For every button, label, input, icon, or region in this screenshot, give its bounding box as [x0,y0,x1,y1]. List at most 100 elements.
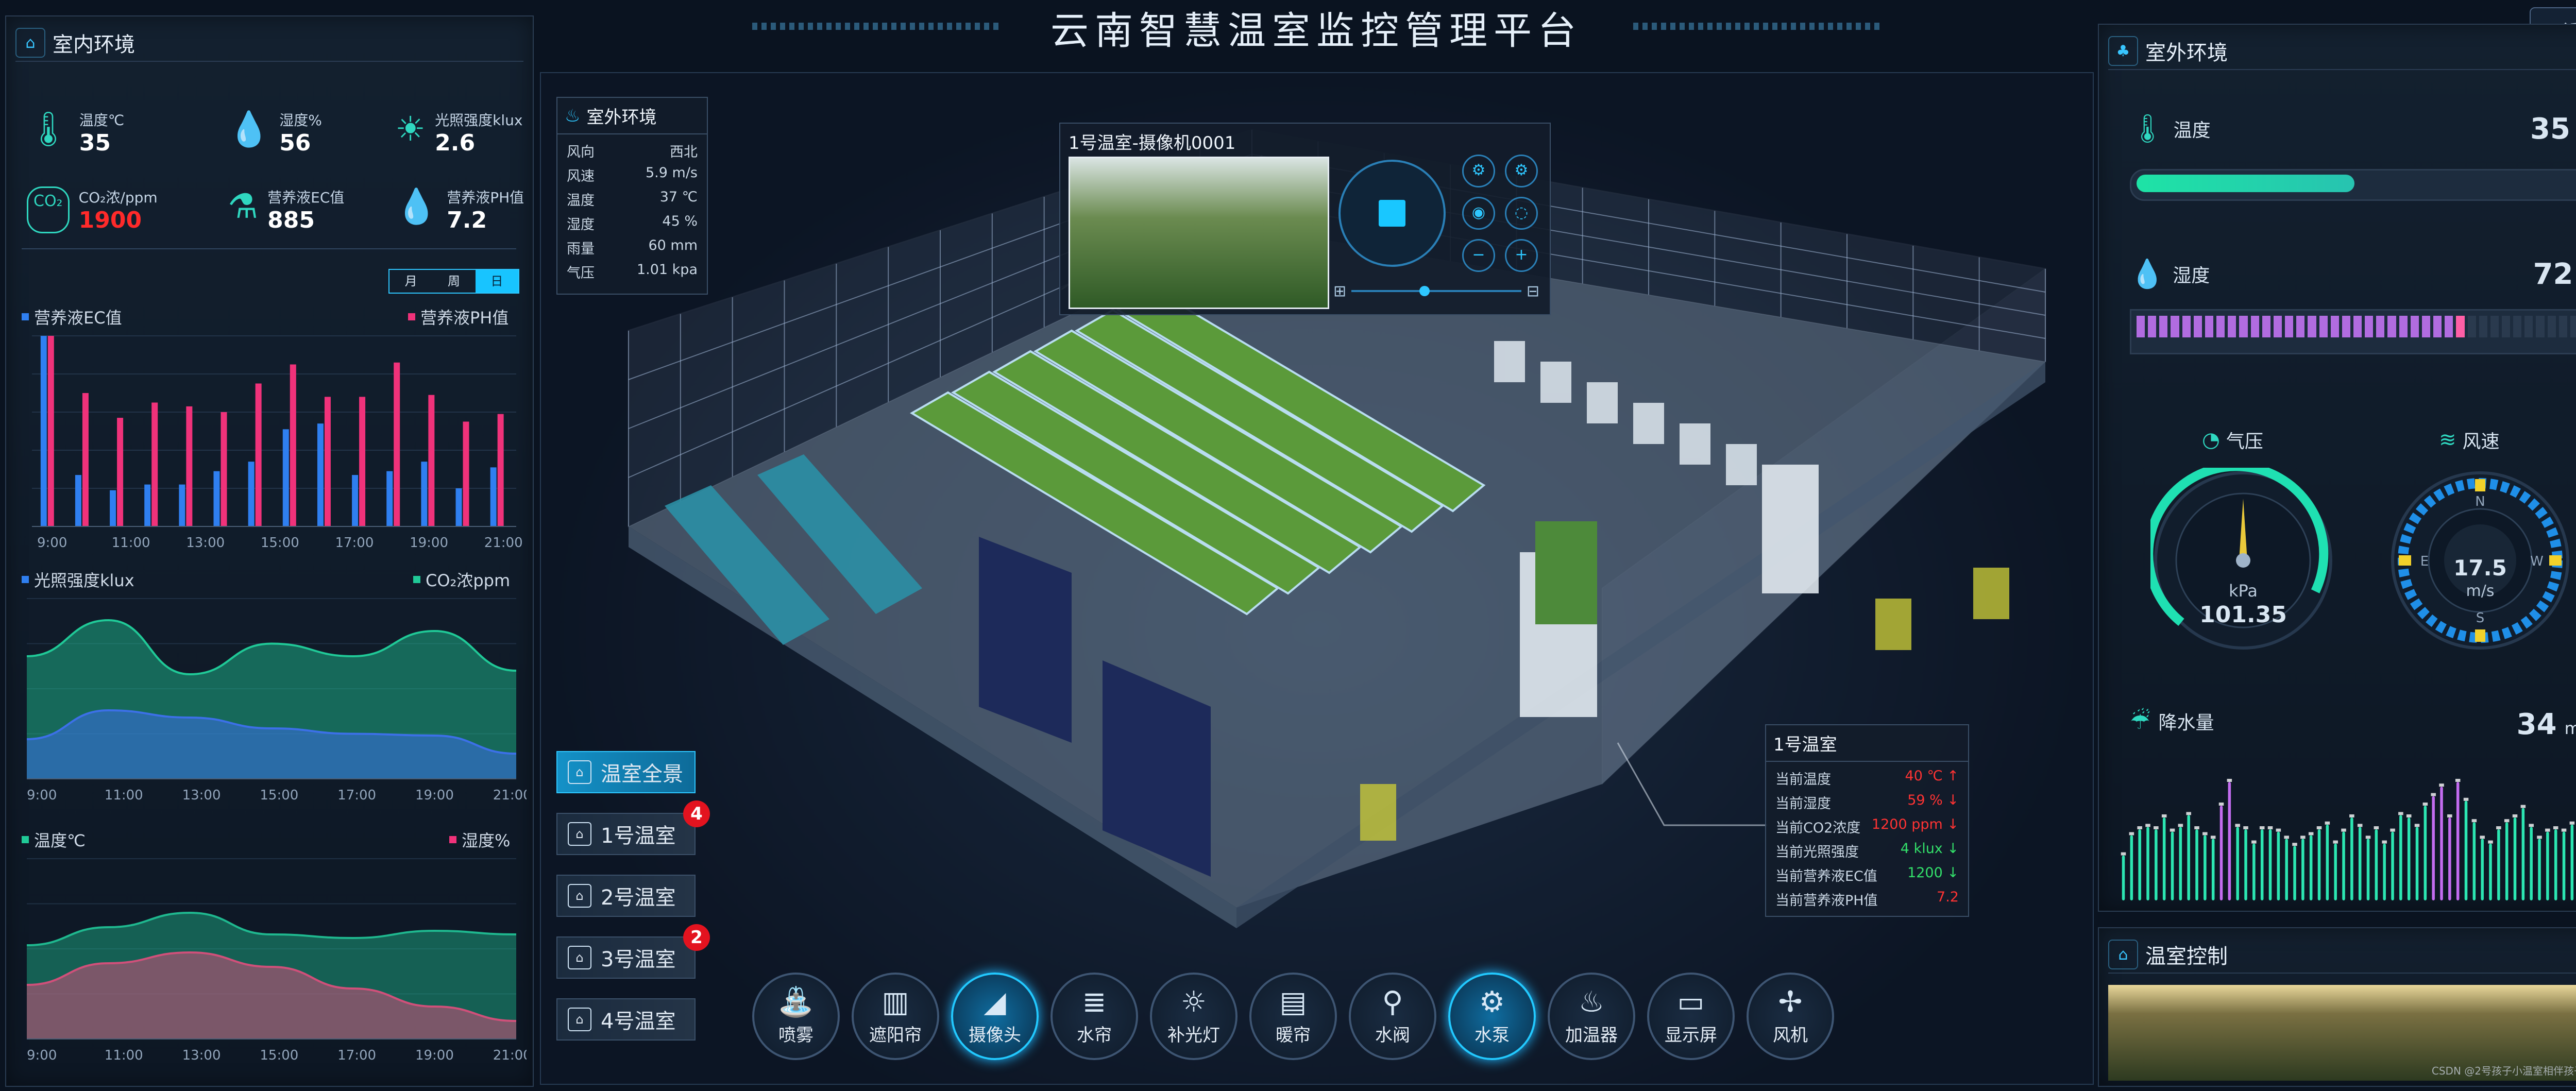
ph-drop-icon: 💧 [395,186,438,226]
slider-thumb[interactable] [1419,286,1430,296]
compass-south: S [2476,610,2485,626]
temperature-progress-fill [2137,175,2354,192]
humidity-segment [2193,316,2202,337]
rain-bar-cap [2145,824,2150,827]
humidity-segment [2524,316,2533,337]
wind-label-row: ≋ 风速 [2439,427,2500,453]
control-panel: ⌂ 温室控制 CSDN @2号孩子小温室相伴孩子的人士 [2098,927,2576,1087]
control-panel-header: ⌂ 温室控制 [2108,936,2576,974]
water-curtain-icon: ≣ [1082,985,1107,1019]
thermometer-icon: 🌡 [27,109,70,149]
ptz-stop-icon[interactable] [1379,200,1405,227]
humidity-segment [2558,316,2567,337]
ptz-joystick[interactable] [1338,160,1446,267]
gh1-value: 7.2 [1937,889,1959,905]
slider-max-icon[interactable]: ⊟ [1527,282,1539,300]
kv-value: 37 ℃ [659,189,698,205]
indoor-panel-header: ⌂ 室内环境 [15,25,523,62]
humidity-segment [2285,316,2294,337]
humidity-segment-bar [2130,309,2576,354]
gh1-value: 1200 ↓ [1907,865,1959,881]
wind-unit: m/s [2466,582,2495,600]
nav-greenhouse-4[interactable]: ⌂ 4号温室 [556,998,696,1041]
nav-greenhouse-3[interactable]: ⌂ 3号温室 2 [556,924,710,979]
dock-button-heater[interactable]: ♨ 加温器 [1548,973,1635,1060]
x-tick-label: 19:00 [410,535,448,551]
rain-bar [2424,806,2427,900]
rain-bar-cap [2488,840,2493,844]
rain-bar-cap [2137,826,2142,829]
greenhouse1-title: 1号温室 [1766,725,1968,762]
dock-button-warm-curtain[interactable]: ▤ 暖帘 [1249,973,1337,1060]
humidity-segment [2490,316,2499,337]
dock-button-water-curtain[interactable]: ≣ 水帘 [1050,973,1138,1060]
humidity-segment [2262,316,2270,337]
x-tick-label: 9:00 [27,1048,57,1063]
kv-row: 雨量 60 mm [557,235,707,260]
outdoor-mini-title: 室外环境 [586,107,657,128]
gh1-row: 当前营养液PH值 7.2 [1766,887,1968,911]
kv-key: 湿度 [567,217,595,233]
rain-value: 34 [2516,708,2557,741]
dock-button-monitor[interactable]: ▭ 显示屏 [1647,973,1735,1060]
rain-bar [2309,835,2313,900]
zoom-slider[interactable]: ⊞ ⊟ [1333,282,1539,300]
gh1-key: 当前营养液EC值 [1775,868,1877,884]
spray-icon: ⛲ [778,985,814,1019]
kv-key: 雨量 [567,241,595,257]
header-decoration-right [1633,23,1880,30]
rain-bar [2358,827,2362,900]
rain-bar [2219,806,2223,900]
rain-bar [2171,831,2174,900]
nav-greenhouse-1[interactable]: ⌂ 1号温室 4 [556,800,710,855]
dock-button-grow-light[interactable]: ☼ 补光灯 [1150,973,1238,1060]
dock-button-spray[interactable]: ⛲ 喷雾 [752,973,840,1060]
page-title: 云南智慧温室监控管理平台 [1050,9,1582,53]
tab-day[interactable]: 日 [475,270,518,293]
rain-bar-cap [2496,826,2501,829]
metric-label: CO₂浓/ppm [78,189,158,206]
rain-bar [2481,839,2484,900]
dock-label: 喷雾 [778,1025,814,1046]
pressure-label: 气压 [2226,431,2263,452]
dock-button-valve[interactable]: ⚲ 水阀 [1349,973,1436,1060]
focus-far-icon[interactable]: ⚙ [1505,155,1538,187]
home-icon: ⌂ [568,884,591,908]
nav-greenhouse-2[interactable]: ⌂ 2号温室 [556,875,696,917]
dock-button-pump[interactable]: ⚙ 水泵 [1448,973,1536,1060]
bar [352,475,359,526]
humidity-segment [2330,316,2339,337]
heater-icon: ♨ [1578,985,1605,1019]
kv-row: 风速 5.9 m/s [557,163,707,187]
home-icon: ⌂ [568,1008,591,1031]
divider [22,248,516,249]
zoom-out-icon[interactable]: − [1462,239,1495,272]
iris-close-icon[interactable]: ◌ [1505,197,1538,230]
focus-near-icon[interactable]: ⚙ [1462,155,1495,187]
camera-title: 1号温室-摄像机0001 [1069,133,1236,154]
camera-popup: 1号温室-摄像机0001 ⚙ ⚙ ◉ ◌ − + ⊞ ⊟ [1059,123,1551,315]
rain-label-row: ☔ 降水量 [2130,708,2214,735]
greenhouse-3d-view[interactable]: ♨ 室外环境 风向 西北 风速 5.9 m/s 温度 37 ℃ 湿度 45 % 雨量 60… [540,72,2094,1085]
rain-bar [2366,839,2370,900]
tab-week[interactable]: 周 [432,270,475,293]
tab-month[interactable]: 月 [389,270,432,293]
iris-open-icon[interactable]: ◉ [1462,197,1495,230]
dock-button-shade-curtain[interactable]: ▥ 遮阳帘 [852,973,939,1060]
zoom-in-icon[interactable]: + [1505,239,1538,272]
humidity-segment [2342,316,2350,337]
dock-button-fan[interactable]: ✢ 风机 [1747,973,1834,1060]
dock-button-camera[interactable]: ◢ 摄像头 [951,973,1039,1060]
wind-value: 17.5 [2453,555,2507,581]
nav-greenhouse-overview[interactable]: ⌂ 温室全景 [556,751,696,793]
rain-bar-cap [2194,826,2199,829]
x-tick-label: 9:00 [27,788,57,803]
rain-bar-cap [2480,836,2485,839]
nav-label: 温室全景 [601,762,683,786]
rain-bar-cap [2561,828,2567,832]
bar [186,406,193,526]
control-panel-title: 温室控制 [2145,945,2228,968]
humidity-segment [2536,316,2545,337]
slider-min-icon[interactable]: ⊞ [1333,282,1346,300]
bar [394,362,400,526]
